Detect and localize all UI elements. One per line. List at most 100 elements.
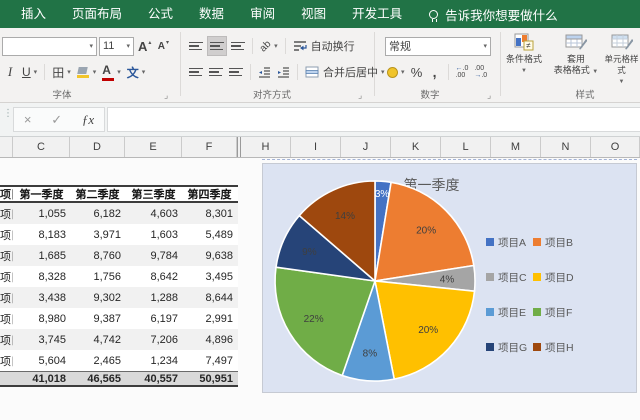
- table-cell[interactable]: 9,387: [70, 313, 125, 325]
- total-cell[interactable]: 41,018: [13, 373, 70, 385]
- legend-item-项目A[interactable]: 项目A: [486, 236, 526, 249]
- alignment-dialog-launcher-icon[interactable]: ⌟: [358, 91, 362, 100]
- table-cell[interactable]: 8,642: [125, 271, 182, 283]
- font-name-combo[interactable]: ▾: [2, 36, 97, 56]
- column-header-E[interactable]: E: [125, 137, 182, 157]
- table-cell[interactable]: 2,465: [70, 355, 125, 367]
- decrease-font-size-button[interactable]: A ▾: [155, 36, 171, 56]
- tell-me-box[interactable]: 告诉我你想要做什么: [429, 5, 558, 24]
- table-cell[interactable]: 4,742: [70, 334, 125, 346]
- table-column-header[interactable]: 第二季度: [70, 186, 125, 202]
- row-label[interactable]: 项目E: [0, 290, 13, 306]
- table-cell[interactable]: 1,603: [125, 229, 182, 241]
- align-bottom-button[interactable]: [229, 36, 247, 56]
- pie-chart-object[interactable]: 第一季度 3% 20% 4% 20% 8% 22% 9% 14% 项目A 项目B 项目C 项目D 项目…: [262, 163, 637, 393]
- ribbon-tab-6[interactable]: 视图: [288, 0, 339, 28]
- orientation-button[interactable]: ab ▾: [258, 36, 280, 56]
- table-cell[interactable]: 3,745: [13, 334, 70, 346]
- underline-button[interactable]: U ▾: [20, 62, 39, 82]
- align-center-button[interactable]: [207, 62, 225, 82]
- row-label[interactable]: 项目A: [0, 206, 13, 222]
- legend-item-项目D[interactable]: 项目D: [533, 271, 574, 284]
- column-header-K[interactable]: K: [391, 137, 441, 157]
- ribbon-tab-7[interactable]: 开发工具: [339, 0, 415, 28]
- conditional-formatting-button[interactable]: ≠ 条件格式 ▼: [501, 33, 547, 99]
- column-header-N[interactable]: N: [541, 137, 591, 157]
- table-cell[interactable]: 4,603: [125, 208, 182, 220]
- drag-handle-icon[interactable]: ⋮: [3, 109, 13, 129]
- table-cell[interactable]: 4,896: [182, 334, 237, 346]
- legend-item-项目F[interactable]: 项目F: [533, 306, 572, 319]
- align-right-button[interactable]: [227, 62, 245, 82]
- row-label[interactable]: 项目B: [0, 227, 13, 243]
- align-left-button[interactable]: [187, 62, 205, 82]
- align-top-button[interactable]: [187, 36, 205, 56]
- decrease-indent-button[interactable]: [256, 62, 273, 82]
- table-cell[interactable]: 9,302: [70, 292, 125, 304]
- table-cell[interactable]: 9,784: [125, 250, 182, 262]
- table-cell[interactable]: 1,234: [125, 355, 182, 367]
- number-format-combo[interactable]: 常规 ▾: [385, 36, 491, 56]
- sheet-area[interactable]: 项目第一季度第二季度第三季度第四季度项目A1,0556,1824,6038,30…: [0, 158, 640, 420]
- cancel-icon[interactable]: ×: [24, 112, 32, 127]
- increase-decimal-button[interactable]: ←.0.00: [454, 62, 471, 82]
- ribbon-tab-5[interactable]: 审阅: [237, 0, 288, 28]
- table-cell[interactable]: 5,604: [13, 355, 70, 367]
- accounting-format-button[interactable]: ▾: [385, 62, 407, 82]
- total-cell[interactable]: 40,557: [125, 373, 182, 385]
- column-header-partial[interactable]: [0, 137, 13, 157]
- row-label[interactable]: 项目G: [0, 332, 13, 348]
- table-cell[interactable]: 8,301: [182, 208, 237, 220]
- wrap-text-button[interactable]: 自动换行: [291, 36, 357, 56]
- fill-color-button[interactable]: ▾: [75, 62, 99, 82]
- column-header-O[interactable]: O: [591, 137, 640, 157]
- table-cell[interactable]: 8,760: [70, 250, 125, 262]
- table-cell[interactable]: 9,638: [182, 250, 237, 262]
- table-cell[interactable]: 7,206: [125, 334, 182, 346]
- table-cell[interactable]: 2,991: [182, 313, 237, 325]
- table-cell[interactable]: 1,055: [13, 208, 70, 220]
- table-column-header[interactable]: 第四季度: [182, 186, 237, 202]
- column-header-F[interactable]: F: [182, 137, 237, 157]
- table-cell[interactable]: 5,489: [182, 229, 237, 241]
- ribbon-tab-1[interactable]: 插入: [8, 0, 59, 28]
- table-column-header[interactable]: 第三季度: [125, 186, 182, 202]
- legend-item-项目C[interactable]: 项目C: [486, 271, 527, 284]
- formula-input[interactable]: [107, 107, 640, 132]
- table-cell[interactable]: 3,438: [13, 292, 70, 304]
- column-header-C[interactable]: C: [13, 137, 70, 157]
- decrease-decimal-button[interactable]: .00 →.0: [472, 62, 489, 82]
- table-cell[interactable]: 6,197: [125, 313, 182, 325]
- row-label-header[interactable]: 项目: [0, 186, 13, 202]
- enter-icon[interactable]: ✓: [51, 112, 62, 128]
- align-middle-button[interactable]: [207, 36, 227, 56]
- legend-item-项目B[interactable]: 项目B: [533, 236, 573, 249]
- table-cell[interactable]: 8,183: [13, 229, 70, 241]
- legend-item-项目H[interactable]: 项目H: [533, 341, 574, 354]
- table-cell[interactable]: 7,497: [182, 355, 237, 367]
- font-size-combo[interactable]: 11 ▾: [99, 36, 134, 56]
- font-dialog-launcher-icon[interactable]: ⌟: [164, 91, 168, 100]
- total-cell[interactable]: 46,565: [70, 373, 125, 385]
- column-header-J[interactable]: J: [341, 137, 391, 157]
- table-cell[interactable]: 3,495: [182, 271, 237, 283]
- table-cell[interactable]: 1,685: [13, 250, 70, 262]
- percent-style-button[interactable]: %: [409, 62, 425, 82]
- table-cell[interactable]: 6,182: [70, 208, 125, 220]
- total-cell[interactable]: 50,951: [182, 373, 237, 385]
- borders-button[interactable]: 田 ▾: [50, 62, 73, 82]
- table-cell[interactable]: 1,288: [125, 292, 182, 304]
- column-header-H[interactable]: H: [241, 137, 291, 157]
- legend-item-项目E[interactable]: 项目E: [486, 306, 526, 319]
- row-label[interactable]: 项目D: [0, 269, 13, 285]
- row-label[interactable]: 项目C: [0, 248, 13, 264]
- insert-function-icon[interactable]: ƒx: [82, 112, 94, 128]
- row-label[interactable]: 项目F: [0, 311, 13, 327]
- increase-font-size-button[interactable]: A ▴: [136, 36, 153, 56]
- phonetic-guide-button[interactable]: 文 ▾: [125, 62, 148, 82]
- table-column-header[interactable]: 第一季度: [13, 186, 70, 202]
- table-cell[interactable]: 8,980: [13, 313, 70, 325]
- column-header-M[interactable]: M: [491, 137, 541, 157]
- table-cell[interactable]: 3,971: [70, 229, 125, 241]
- number-dialog-launcher-icon[interactable]: ⌟: [487, 91, 491, 100]
